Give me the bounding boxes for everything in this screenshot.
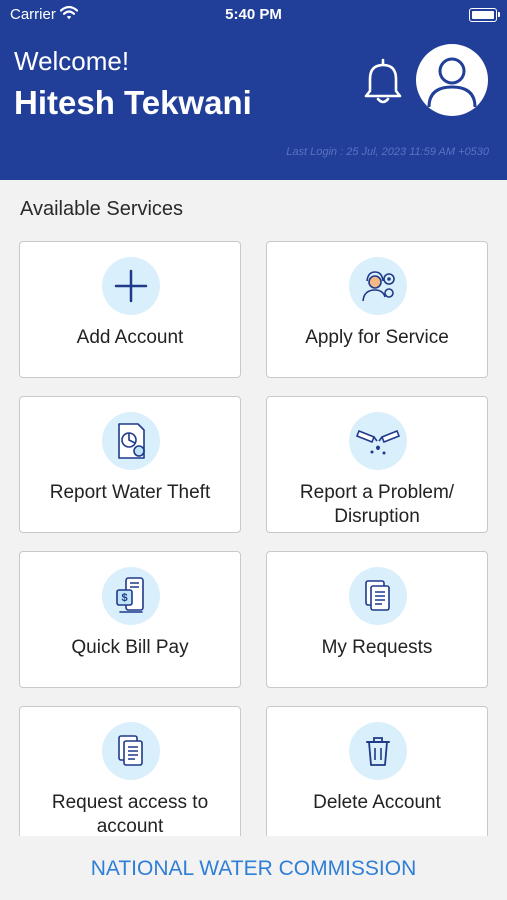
card-label: Apply for Service: [305, 327, 449, 348]
card-label: Request access to account: [51, 792, 209, 837]
card-label: Report Water Theft: [49, 482, 211, 503]
apply-for-service-card[interactable]: Apply for Service: [266, 241, 488, 378]
broken-pipe-icon: [349, 412, 407, 470]
card-label: Delete Account: [313, 792, 441, 813]
footer: NATIONAL WATER COMMISSION: [0, 836, 507, 900]
quick-bill-pay-card[interactable]: $ Quick Bill Pay: [19, 551, 241, 688]
clock: 5:40 PM: [225, 6, 282, 23]
header: Welcome! Hitesh Tekwani Last Login : 25 …: [0, 30, 507, 180]
plus-icon: [102, 257, 160, 315]
technician-icon: [349, 257, 407, 315]
add-account-card[interactable]: Add Account: [19, 241, 241, 378]
request-access-card[interactable]: Request access to account: [19, 706, 241, 843]
trash-icon: [349, 722, 407, 780]
report-problem-card[interactable]: Report a Problem/ Disruption: [266, 396, 488, 533]
card-label: Add Account: [76, 327, 184, 348]
section-title: Available Services: [20, 198, 184, 220]
report-water-theft-card[interactable]: Report Water Theft: [19, 396, 241, 533]
documents-icon: [102, 722, 160, 780]
card-label: Report a Problem/ Disruption: [299, 482, 455, 527]
bell-icon[interactable]: [362, 56, 404, 106]
avatar[interactable]: [416, 44, 488, 116]
organization-link[interactable]: NATIONAL WATER COMMISSION: [0, 857, 507, 881]
report-document-icon: [102, 412, 160, 470]
card-label: My Requests: [321, 637, 433, 658]
documents-icon: [349, 567, 407, 625]
user-icon: [427, 57, 477, 108]
last-login-text: Last Login : 25 Jul, 2023 11:59 AM +0530: [286, 146, 489, 158]
my-requests-card[interactable]: My Requests: [266, 551, 488, 688]
battery-icon: [469, 8, 500, 22]
card-label: Quick Bill Pay: [71, 637, 189, 658]
svg-text:$: $: [121, 592, 127, 604]
welcome-text: Welcome!: [14, 46, 130, 76]
mobile-payment-icon: $: [102, 567, 160, 625]
delete-account-card[interactable]: Delete Account: [266, 706, 488, 843]
user-name: Hitesh Tekwani: [14, 84, 252, 121]
status-bar: Carrier 5:40 PM: [0, 0, 507, 30]
